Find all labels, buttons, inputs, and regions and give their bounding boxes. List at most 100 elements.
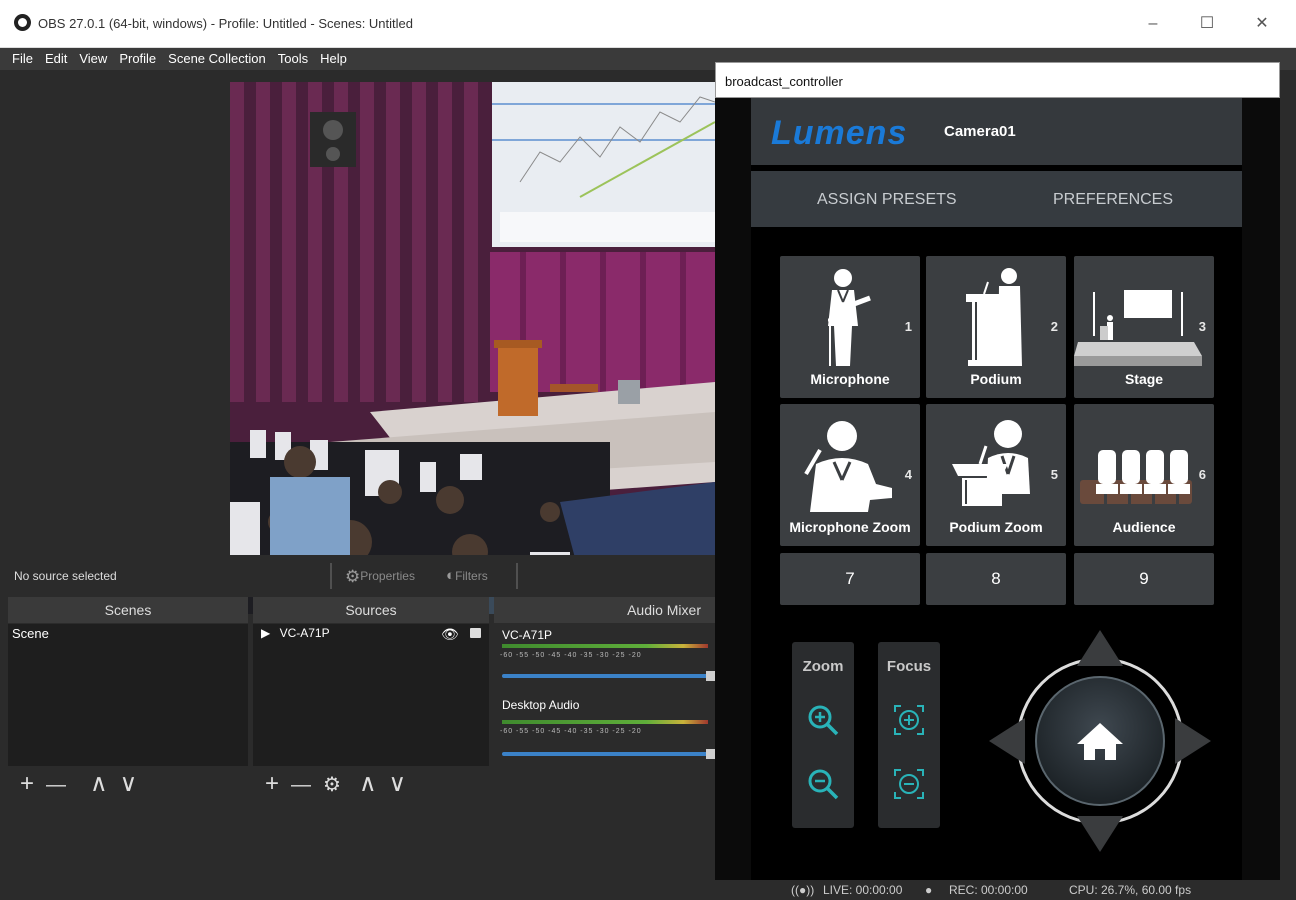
cpu-stats: CPU: 26.7%, 60.00 fps — [1069, 883, 1192, 897]
broadcast-controller-window: broadcast_controller Lumens Camera01 ASS… — [715, 62, 1280, 880]
preset-button-5[interactable]: 5 Podium Zoom — [926, 404, 1066, 546]
pan-down-arrow-icon[interactable] — [1077, 816, 1123, 852]
preview-canvas[interactable] — [230, 82, 715, 614]
menu-file[interactable]: File — [0, 48, 39, 66]
auditorium-preview-image — [230, 82, 715, 614]
obs-logo-icon — [14, 14, 31, 31]
controller-tabs: ASSIGN PRESETS PREFERENCES — [751, 171, 1242, 227]
meter-scale: -60 -55 -50 -45 -40 -35 -30 -25 -20 — [500, 728, 642, 735]
preset-button-3[interactable]: 3 Stage — [1074, 256, 1214, 398]
minimize-button[interactable]: – — [1133, 10, 1173, 38]
controller-header: Lumens Camera01 — [751, 98, 1242, 165]
audio-mixer-dock-header: Audio Mixer — [494, 597, 715, 623]
toolbar-divider — [330, 563, 332, 589]
no-source-selected-label: No source selected — [14, 569, 117, 583]
audio-meter — [502, 720, 708, 724]
pan-left-arrow-icon[interactable] — [989, 718, 1025, 764]
preset-label: Podium Zoom — [949, 519, 1043, 535]
sources-list: ▶ VC-A71P 👁 — [253, 624, 489, 766]
pan-right-arrow-icon[interactable] — [1175, 718, 1211, 764]
zoom-in-icon[interactable] — [803, 700, 843, 740]
move-source-up-button[interactable]: ∧ — [359, 770, 377, 797]
preset-button-9[interactable]: 9 — [1074, 553, 1214, 605]
controller-window-title: broadcast_controller — [725, 74, 843, 89]
window-title: OBS 27.0.1 (64-bit, windows) - Profile: … — [38, 16, 413, 31]
controller-titlebar: broadcast_controller — [715, 62, 1280, 98]
tab-assign-presets[interactable]: ASSIGN PRESETS — [817, 191, 957, 209]
preset-button-7[interactable]: 7 — [780, 553, 920, 605]
pan-up-arrow-icon[interactable] — [1077, 630, 1123, 666]
add-source-button[interactable]: + — [265, 770, 279, 797]
mixer-channel-name: Desktop Audio — [502, 698, 580, 712]
scenes-dock-header: Scenes — [8, 597, 248, 623]
zoom-label: Zoom — [802, 658, 844, 675]
preset-button-1[interactable]: 1 Microphone — [780, 256, 920, 398]
eye-icon[interactable]: 👁 — [441, 626, 459, 643]
properties-label: Properties — [360, 569, 415, 583]
menu-tools[interactable]: Tools — [272, 48, 314, 66]
move-scene-up-button[interactable]: ∧ — [90, 770, 108, 797]
menu-scene-collection[interactable]: Scene Collection — [162, 48, 272, 66]
menu-view[interactable]: View — [73, 48, 113, 66]
filters-icon: ◐ — [446, 567, 456, 584]
filters-label: Filters — [455, 569, 488, 583]
sources-dock-header: Sources — [253, 597, 489, 623]
preset-number: 6 — [1198, 467, 1206, 482]
zoom-out-icon[interactable] — [803, 764, 843, 804]
remove-scene-button[interactable]: — — [46, 774, 66, 796]
scenes-list: Scene — [8, 624, 248, 766]
preset-number: 5 — [1050, 467, 1058, 482]
preset-button-8[interactable]: 8 — [926, 553, 1066, 605]
volume-slider-handle[interactable] — [706, 671, 715, 681]
scenes-footer: + — ∧ ∨ — [8, 767, 248, 803]
focus-panel: Focus — [878, 642, 940, 828]
preset-label: Microphone Zoom — [789, 519, 911, 535]
preset-number: 3 — [1198, 319, 1206, 334]
tab-preferences[interactable]: PREFERENCES — [1053, 191, 1173, 209]
close-button[interactable]: ✕ — [1242, 10, 1282, 38]
move-scene-down-button[interactable]: ∨ — [120, 770, 138, 797]
gear-icon: ⚙ — [345, 567, 361, 586]
live-timer: LIVE: 00:00:00 — [823, 883, 903, 897]
audio-meter — [502, 644, 708, 648]
add-scene-button[interactable]: + — [20, 770, 34, 797]
rec-timer: REC: 00:00:00 — [949, 883, 1028, 897]
mixer-channel-name: VC-A71P — [502, 628, 553, 642]
audio-mixer-body: VC-A71P -60 -55 -50 -45 -40 -35 -30 -25 … — [494, 624, 715, 803]
preset-label: Podium — [970, 371, 1022, 387]
preset-number: 4 — [904, 467, 912, 482]
focus-near-icon[interactable] — [889, 700, 929, 740]
menu-help[interactable]: Help — [314, 48, 353, 66]
source-item[interactable]: ▶ VC-A71P — [261, 626, 330, 640]
filters-button[interactable]: ◐Filters — [446, 567, 488, 584]
preset-button-2[interactable]: 2 Podium — [926, 256, 1066, 398]
source-settings-button[interactable]: ⚙ — [323, 774, 341, 796]
preset-label: Stage — [1124, 371, 1164, 387]
preset-number: 1 — [904, 319, 912, 334]
move-source-down-button[interactable]: ∨ — [389, 770, 407, 797]
preset-button-6[interactable]: 6 Audience — [1074, 404, 1214, 546]
volume-slider[interactable] — [502, 749, 715, 759]
volume-slider-handle[interactable] — [706, 749, 715, 759]
scene-item[interactable]: Scene — [12, 626, 49, 641]
lumens-logo: Lumens — [771, 114, 908, 152]
zoom-panel: Zoom — [792, 642, 854, 828]
meter-scale: -60 -55 -50 -45 -40 -35 -30 -25 -20 — [500, 652, 642, 659]
menu-profile[interactable]: Profile — [113, 48, 162, 66]
lock-icon[interactable] — [470, 628, 481, 638]
properties-button[interactable]: ⚙Properties — [345, 567, 415, 587]
controller-app: Lumens Camera01 ASSIGN PRESETS PREFERENC… — [751, 98, 1242, 880]
volume-slider[interactable] — [502, 671, 715, 681]
sources-footer: + — ⚙ ∧ ∨ — [253, 767, 489, 803]
preset-button-4[interactable]: 4 Microphone Zoom — [780, 404, 920, 546]
play-icon: ▶ — [261, 626, 271, 640]
ptz-joystick — [989, 630, 1211, 852]
maximize-button[interactable]: ☐ — [1187, 10, 1227, 38]
preset-number: 2 — [1050, 319, 1058, 334]
remove-source-button[interactable]: — — [291, 774, 311, 796]
obs-titlebar: OBS 27.0.1 (64-bit, windows) - Profile: … — [0, 0, 1296, 48]
live-icon: ((●)) — [791, 883, 815, 897]
camera-name[interactable]: Camera01 — [944, 123, 1016, 140]
focus-far-icon[interactable] — [889, 764, 929, 804]
menu-edit[interactable]: Edit — [39, 48, 73, 66]
